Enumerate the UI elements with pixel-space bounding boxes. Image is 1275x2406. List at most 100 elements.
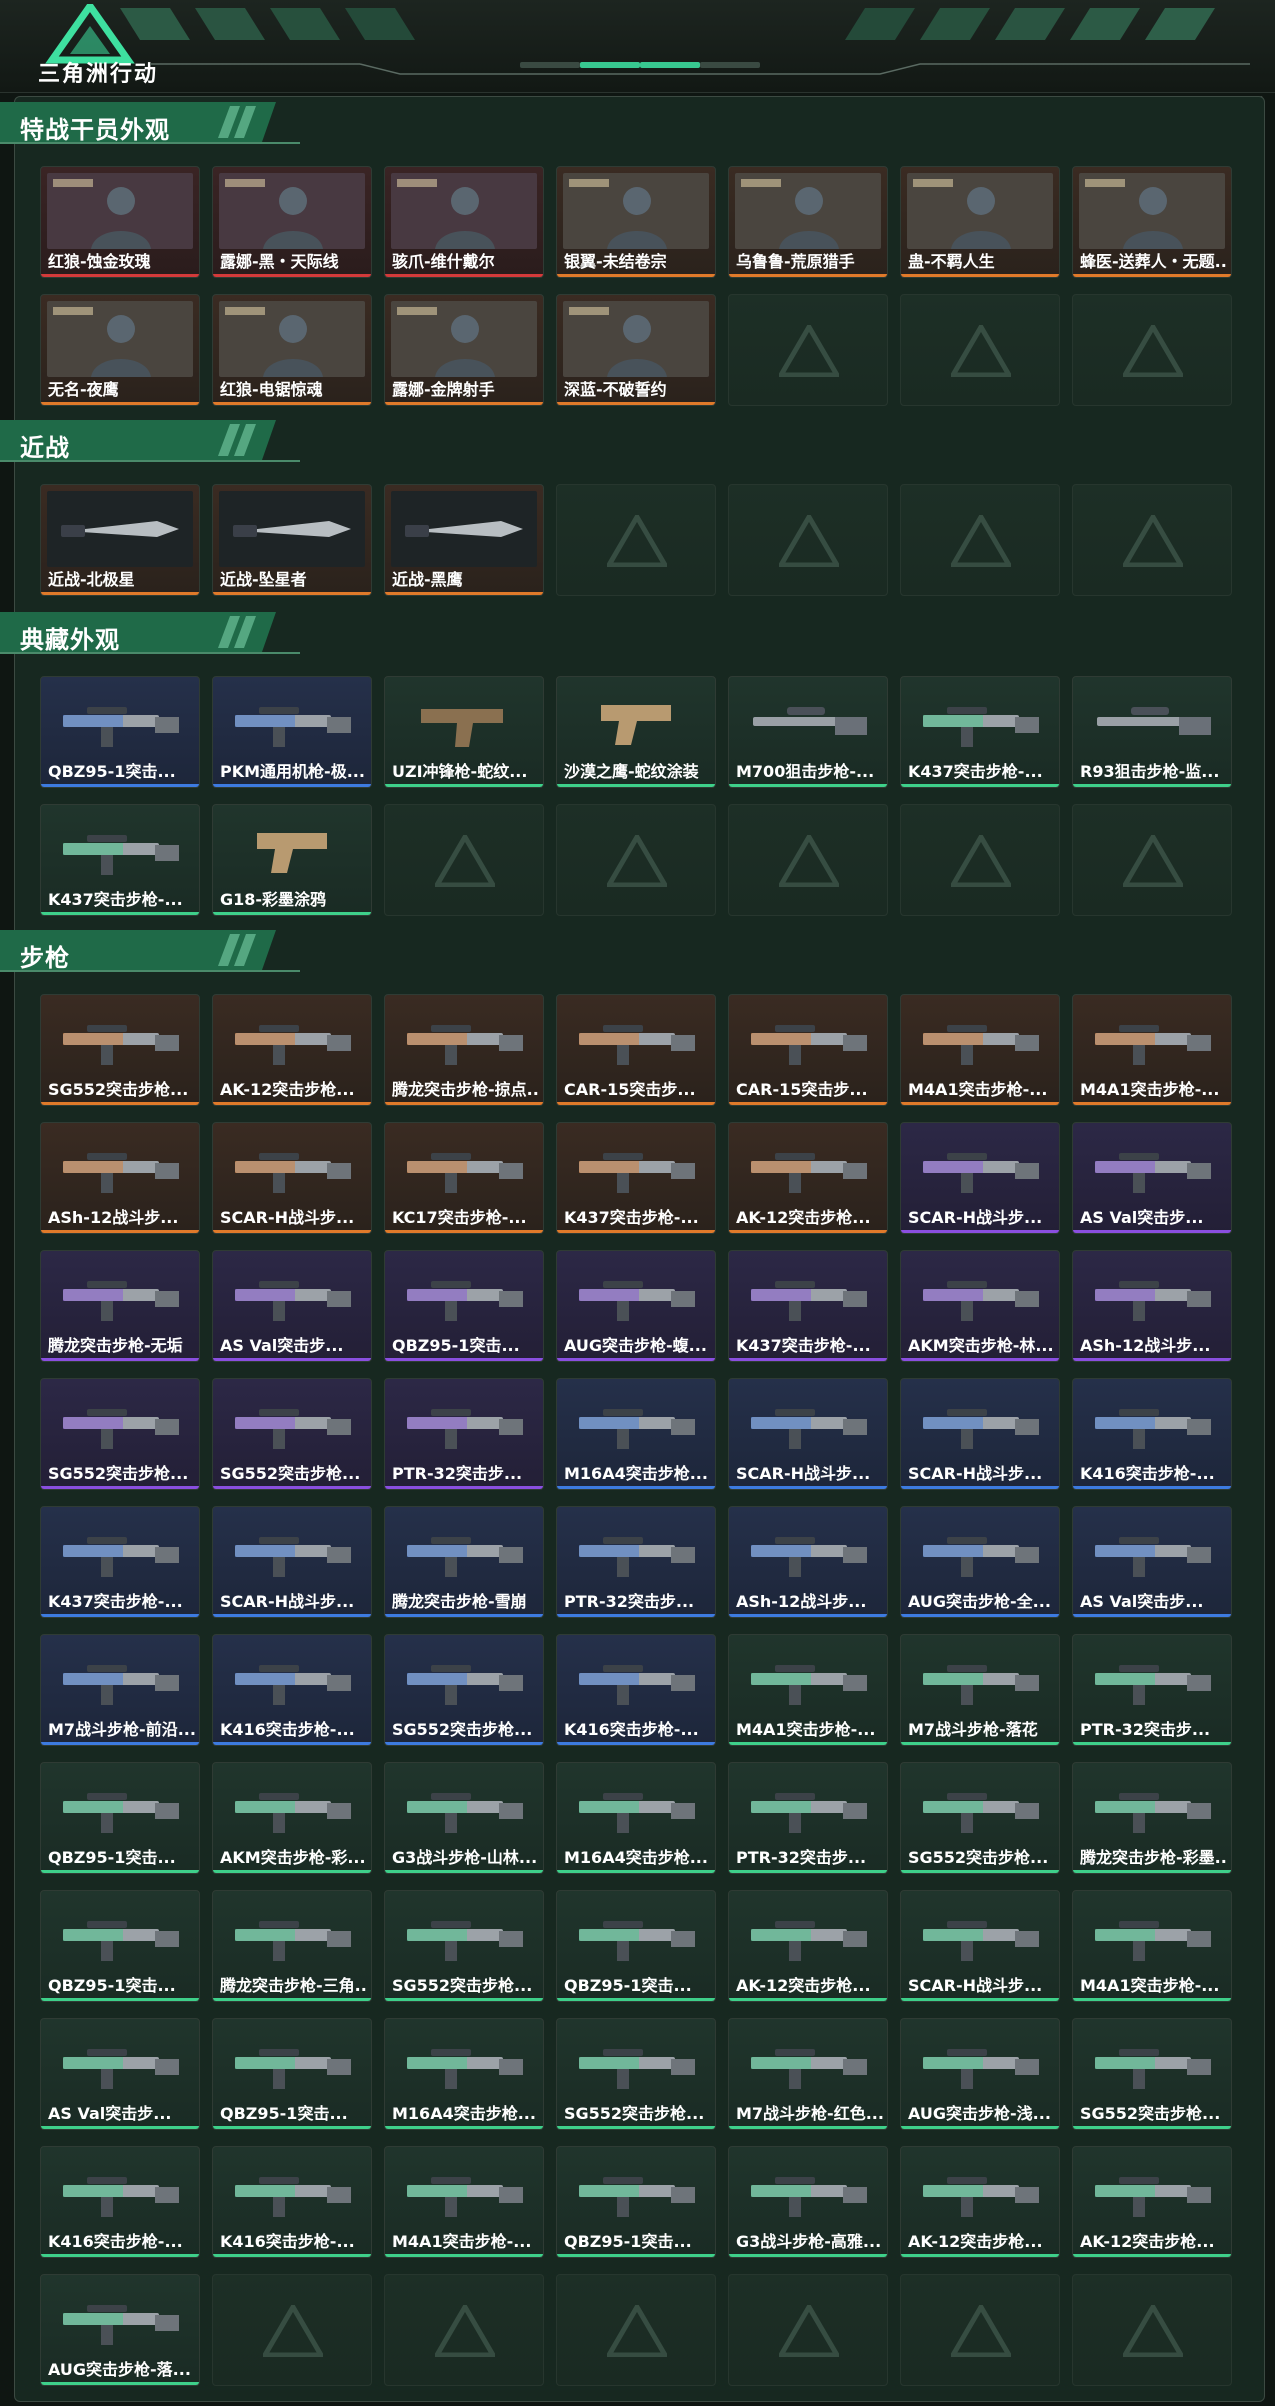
rarity-bar: [385, 1102, 543, 1105]
collection-card[interactable]: 腾龙突击步枪-三角...: [212, 1890, 372, 2002]
collection-card[interactable]: PTR-32突击步...: [556, 1506, 716, 1618]
collection-card[interactable]: K437突击步枪-...: [40, 804, 200, 916]
collection-card[interactable]: G3战斗步枪-高雅...: [728, 2146, 888, 2258]
collection-card[interactable]: QBZ95-1突击...: [384, 1250, 544, 1362]
collection-card[interactable]: 腾龙突击步枪-彩墨...: [1072, 1762, 1232, 1874]
collection-card[interactable]: SCAR-H战斗步...: [900, 1378, 1060, 1490]
collection-card[interactable]: 蛊-不羁人生: [900, 166, 1060, 278]
collection-card[interactable]: 近战-坠星者: [212, 484, 372, 596]
collection-card[interactable]: 银翼-未结卷宗: [556, 166, 716, 278]
collection-card[interactable]: M4A1突击步枪-...: [728, 1634, 888, 1746]
collection-card[interactable]: ASh-12战斗步...: [40, 1122, 200, 1234]
collection-card[interactable]: QBZ95-1突击...: [556, 1890, 716, 2002]
collection-card[interactable]: K416突击步枪-...: [1072, 1378, 1232, 1490]
collection-card[interactable]: K416突击步枪-...: [40, 2146, 200, 2258]
collection-card[interactable]: AK-12突击步枪...: [1072, 2146, 1232, 2258]
collection-card[interactable]: K437突击步枪-...: [40, 1506, 200, 1618]
collection-card[interactable]: K416突击步枪-...: [212, 2146, 372, 2258]
collection-card[interactable]: 腾龙突击步枪-雪崩: [384, 1506, 544, 1618]
collection-card[interactable]: QBZ95-1突击...: [40, 676, 200, 788]
collection-card[interactable]: AUG突击步枪-蝮...: [556, 1250, 716, 1362]
collection-card[interactable]: AK-12突击步枪...: [728, 1122, 888, 1234]
collection-card[interactable]: AUG突击步枪-落...: [40, 2274, 200, 2386]
collection-card[interactable]: K437突击步枪-...: [556, 1122, 716, 1234]
collection-card[interactable]: UZI冲锋枪-蛇纹...: [384, 676, 544, 788]
collection-card[interactable]: M16A4突击步枪...: [556, 1762, 716, 1874]
collection-card[interactable]: SCAR-H战斗步...: [212, 1506, 372, 1618]
collection-card[interactable]: M7战斗步枪-红色...: [728, 2018, 888, 2130]
collection-card[interactable]: AS Val突击步...: [1072, 1506, 1232, 1618]
collection-card[interactable]: AKM突击步枪-林...: [900, 1250, 1060, 1362]
collection-card[interactable]: QBZ95-1突击...: [556, 2146, 716, 2258]
collection-card[interactable]: M4A1突击步枪-...: [384, 2146, 544, 2258]
collection-card[interactable]: SG552突击步枪...: [40, 994, 200, 1106]
collection-card[interactable]: SG552突击步枪...: [40, 1378, 200, 1490]
collection-card[interactable]: SG552突击步枪...: [556, 2018, 716, 2130]
collection-card[interactable]: AS Val突击步...: [40, 2018, 200, 2130]
collection-card[interactable]: SCAR-H战斗步...: [900, 1122, 1060, 1234]
collection-card[interactable]: QBZ95-1突击...: [212, 2018, 372, 2130]
collection-card[interactable]: SCAR-H战斗步...: [900, 1890, 1060, 2002]
collection-card[interactable]: M7战斗步枪-落花: [900, 1634, 1060, 1746]
collection-card[interactable]: AUG突击步枪-全...: [900, 1506, 1060, 1618]
collection-card[interactable]: M700狙击步枪-...: [728, 676, 888, 788]
collection-card[interactable]: KC17突击步枪-...: [384, 1122, 544, 1234]
collection-card[interactable]: 沙漠之鹰-蛇纹涂装: [556, 676, 716, 788]
collection-card[interactable]: 近战-北极星: [40, 484, 200, 596]
collection-card[interactable]: M4A1突击步枪-...: [900, 994, 1060, 1106]
collection-card[interactable]: CAR-15突击步...: [556, 994, 716, 1106]
collection-card[interactable]: 露娜-黑・天际线: [212, 166, 372, 278]
collection-card[interactable]: PTR-32突击步...: [384, 1378, 544, 1490]
collection-card[interactable]: 蜂医-送葬人・无题...: [1072, 166, 1232, 278]
collection-card[interactable]: 红狼-蚀金玫瑰: [40, 166, 200, 278]
collection-card[interactable]: AUG突击步枪-浅...: [900, 2018, 1060, 2130]
collection-card[interactable]: 露娜-金牌射手: [384, 294, 544, 406]
collection-card[interactable]: 腾龙突击步枪-掠点...: [384, 994, 544, 1106]
collection-card[interactable]: K437突击步枪-...: [900, 676, 1060, 788]
collection-card[interactable]: K416突击步枪-...: [556, 1634, 716, 1746]
collection-card[interactable]: 乌鲁鲁-荒原猎手: [728, 166, 888, 278]
collection-card[interactable]: SG552突击步枪...: [1072, 2018, 1232, 2130]
delta-placeholder-icon: [779, 2305, 839, 2357]
collection-card[interactable]: SG552突击步枪...: [212, 1378, 372, 1490]
collection-card[interactable]: AK-12突击步枪...: [212, 994, 372, 1106]
collection-card[interactable]: CAR-15突击步...: [728, 994, 888, 1106]
collection-card[interactable]: AS Val突击步...: [212, 1250, 372, 1362]
collection-card[interactable]: AKM突击步枪-彩...: [212, 1762, 372, 1874]
collection-card[interactable]: SCAR-H战斗步...: [728, 1378, 888, 1490]
collection-card[interactable]: PKM通用机枪-极...: [212, 676, 372, 788]
collection-card[interactable]: M16A4突击步枪...: [556, 1378, 716, 1490]
collection-card[interactable]: SG552突击步枪...: [384, 1634, 544, 1746]
collection-card[interactable]: AK-12突击步枪...: [728, 1890, 888, 2002]
collection-card[interactable]: M4A1突击步枪-...: [1072, 994, 1232, 1106]
rarity-bar: [41, 402, 199, 405]
collection-card[interactable]: 骇爪-维什戴尔: [384, 166, 544, 278]
rarity-bar: [1073, 1230, 1231, 1233]
collection-card[interactable]: AK-12突击步枪...: [900, 2146, 1060, 2258]
collection-card[interactable]: 近战-黑鹰: [384, 484, 544, 596]
collection-card[interactable]: R93狙击步枪-监...: [1072, 676, 1232, 788]
collection-card[interactable]: 红狼-电锯惊魂: [212, 294, 372, 406]
collection-card[interactable]: ASh-12战斗步...: [728, 1506, 888, 1618]
collection-card[interactable]: G3战斗步枪-山林...: [384, 1762, 544, 1874]
collection-card[interactable]: QBZ95-1突击...: [40, 1890, 200, 2002]
collection-card[interactable]: PTR-32突击步...: [1072, 1634, 1232, 1746]
collection-card[interactable]: M4A1突击步枪-...: [1072, 1890, 1232, 2002]
collection-card[interactable]: SCAR-H战斗步...: [212, 1122, 372, 1234]
collection-card[interactable]: M7战斗步枪-前沿...: [40, 1634, 200, 1746]
rifle-icon: [563, 1897, 709, 1973]
collection-card[interactable]: ASh-12战斗步...: [1072, 1250, 1232, 1362]
collection-card[interactable]: 深蓝-不破誓约: [556, 294, 716, 406]
rifle-icon: [735, 1897, 881, 1973]
collection-card[interactable]: M16A4突击步枪...: [384, 2018, 544, 2130]
collection-card[interactable]: 无名-夜鹰: [40, 294, 200, 406]
collection-card[interactable]: K437突击步枪-...: [728, 1250, 888, 1362]
collection-card[interactable]: G18-彩墨涂鸦: [212, 804, 372, 916]
collection-card[interactable]: K416突击步枪-...: [212, 1634, 372, 1746]
collection-card[interactable]: 腾龙突击步枪-无垢: [40, 1250, 200, 1362]
collection-card[interactable]: SG552突击步枪...: [900, 1762, 1060, 1874]
collection-card[interactable]: QBZ95-1突击...: [40, 1762, 200, 1874]
collection-card[interactable]: PTR-32突击步...: [728, 1762, 888, 1874]
collection-card[interactable]: SG552突击步枪...: [384, 1890, 544, 2002]
collection-card[interactable]: AS Val突击步...: [1072, 1122, 1232, 1234]
